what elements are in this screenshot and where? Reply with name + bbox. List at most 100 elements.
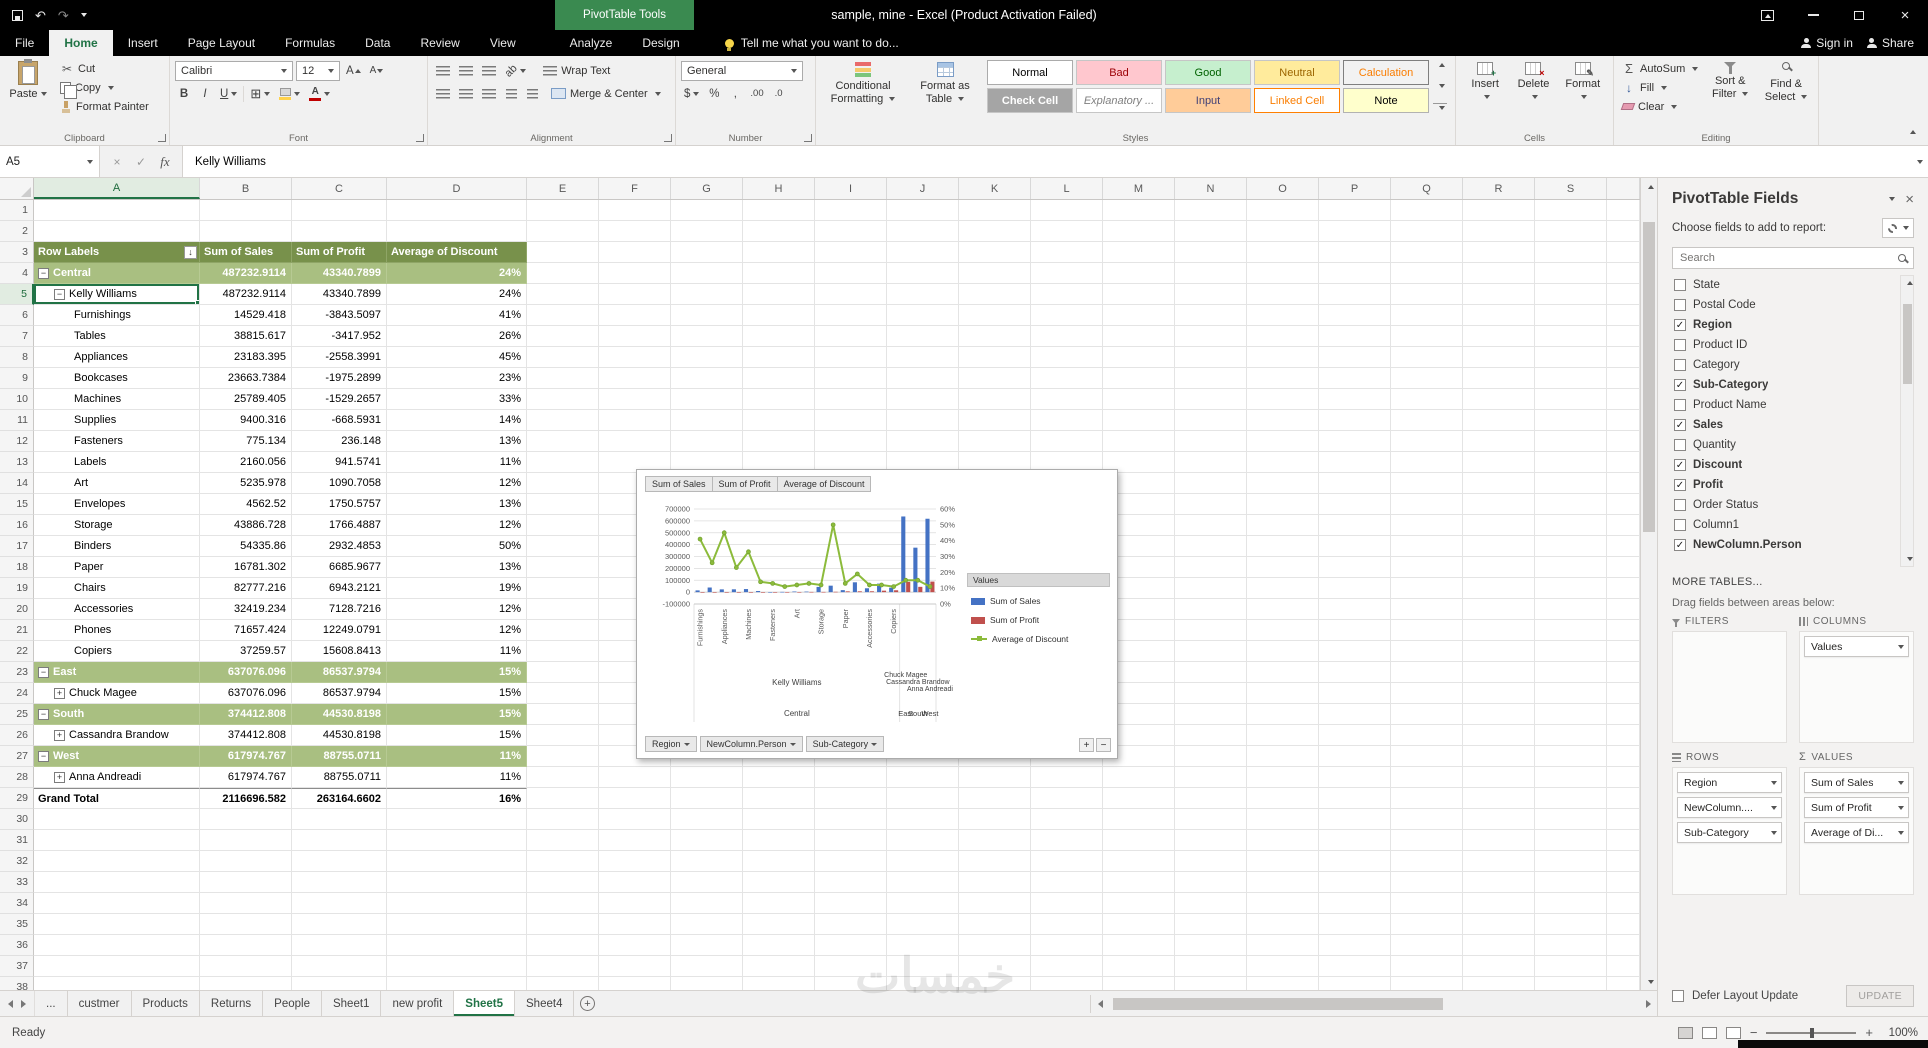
grid-cell[interactable]: 1750.5757 xyxy=(292,494,387,515)
grid-cell[interactable] xyxy=(599,830,671,851)
grid-cell[interactable] xyxy=(671,368,743,389)
field-item-postal-code[interactable]: Postal Code xyxy=(1672,295,1896,315)
grid-cell[interactable] xyxy=(1175,431,1247,452)
increase-indent-button[interactable] xyxy=(523,84,541,103)
grid-cell[interactable] xyxy=(1535,473,1607,494)
grid-cell[interactable] xyxy=(527,368,599,389)
grid-cell[interactable] xyxy=(1103,893,1175,914)
grid-cell[interactable] xyxy=(1607,557,1640,578)
grid-cell[interactable] xyxy=(1031,788,1103,809)
grid-cell[interactable] xyxy=(527,452,599,473)
grid-cell[interactable] xyxy=(1463,389,1535,410)
grid-cell[interactable] xyxy=(1175,599,1247,620)
grid-cell[interactable] xyxy=(1391,830,1463,851)
tab-view[interactable]: View xyxy=(475,30,531,56)
grid-cell[interactable] xyxy=(1535,263,1607,284)
field-checkbox[interactable]: ✓ xyxy=(1674,419,1686,431)
grid-cell[interactable] xyxy=(1319,263,1391,284)
grid-cell[interactable] xyxy=(887,851,959,872)
grid-cell[interactable] xyxy=(815,305,887,326)
grid-cell[interactable] xyxy=(671,956,743,977)
grid-cell[interactable] xyxy=(1031,956,1103,977)
grid-cell[interactable] xyxy=(34,914,200,935)
number-dialog-launcher-icon[interactable] xyxy=(804,134,812,142)
scroll-left-icon[interactable] xyxy=(1091,995,1109,1013)
grid-cell[interactable] xyxy=(527,851,599,872)
grid-cell[interactable] xyxy=(815,830,887,851)
increase-font-size-button[interactable]: A xyxy=(343,61,364,80)
format-cells-button[interactable]: ✎ Format xyxy=(1559,59,1607,103)
grid-cell[interactable] xyxy=(887,389,959,410)
grid-cell[interactable] xyxy=(1463,956,1535,977)
grid-cell[interactable] xyxy=(599,872,671,893)
bottom-align-button[interactable] xyxy=(479,61,499,80)
grid-cell[interactable] xyxy=(1463,641,1535,662)
grid-cell[interactable] xyxy=(527,914,599,935)
name-box[interactable]: A5 xyxy=(0,146,100,177)
grid-cell[interactable]: 24% xyxy=(387,263,527,284)
grid-cell[interactable] xyxy=(1103,389,1175,410)
grid-cell[interactable] xyxy=(1463,305,1535,326)
grid-cell[interactable] xyxy=(959,431,1031,452)
grid-cell[interactable] xyxy=(1319,368,1391,389)
grid-cell[interactable] xyxy=(1535,599,1607,620)
grid-cell[interactable] xyxy=(1175,494,1247,515)
grid-cell[interactable] xyxy=(1391,200,1463,221)
field-item-sales[interactable]: ✓ Sales xyxy=(1672,415,1896,435)
grid-cell[interactable] xyxy=(1319,683,1391,704)
grid-cell[interactable] xyxy=(1319,830,1391,851)
grid-cell[interactable] xyxy=(959,914,1031,935)
row-header-3[interactable]: 3 xyxy=(0,242,34,263)
grid-cell[interactable] xyxy=(1535,242,1607,263)
field-chip-sum-of-sales[interactable]: Sum of Sales xyxy=(1804,772,1909,793)
grid-cell[interactable] xyxy=(1103,872,1175,893)
grid-cell[interactable] xyxy=(1175,893,1247,914)
grid-cell[interactable] xyxy=(1175,410,1247,431)
grid-cell[interactable] xyxy=(1535,935,1607,956)
grid-cell[interactable] xyxy=(1031,809,1103,830)
grid-cell[interactable] xyxy=(1535,368,1607,389)
grid-cell[interactable] xyxy=(1463,725,1535,746)
grid-cell[interactable] xyxy=(599,914,671,935)
grid-cell[interactable] xyxy=(1391,662,1463,683)
insert-cells-button[interactable]: + Insert xyxy=(1462,59,1508,103)
grid-cell[interactable] xyxy=(1463,368,1535,389)
grid-cell[interactable]: 86537.9794 xyxy=(292,662,387,683)
grid-cell[interactable] xyxy=(1319,515,1391,536)
field-item-state[interactable]: State xyxy=(1672,275,1896,295)
grid-cell[interactable] xyxy=(1319,410,1391,431)
grid-cell[interactable] xyxy=(671,830,743,851)
grid-cell[interactable] xyxy=(959,389,1031,410)
grid-cell[interactable] xyxy=(387,977,527,990)
grid-cell[interactable] xyxy=(1535,578,1607,599)
grid-cell[interactable]: 32419.234 xyxy=(200,599,292,620)
grid-cell[interactable] xyxy=(1031,347,1103,368)
grid-cell[interactable] xyxy=(599,326,671,347)
zoom-out-icon[interactable]: − xyxy=(1750,1026,1758,1039)
field-checkbox[interactable] xyxy=(1674,399,1686,411)
grid-cell[interactable] xyxy=(1607,620,1640,641)
grid-cell[interactable] xyxy=(1031,389,1103,410)
grid-cell[interactable]: Average of Discount xyxy=(387,242,527,263)
grid-cell[interactable] xyxy=(1031,914,1103,935)
grid-cell[interactable]: − South xyxy=(34,704,200,725)
grid-cell[interactable] xyxy=(599,788,671,809)
collapse-icon[interactable]: − xyxy=(38,750,49,762)
grid-cell[interactable] xyxy=(743,431,815,452)
grid-cell[interactable] xyxy=(599,200,671,221)
grid-cell[interactable] xyxy=(1319,851,1391,872)
grid-cell[interactable] xyxy=(1391,746,1463,767)
fill-handle[interactable] xyxy=(195,300,199,304)
field-chip-average-of-di-[interactable]: Average of Di... xyxy=(1804,822,1909,843)
grid-cell[interactable] xyxy=(527,683,599,704)
number-format-combo[interactable]: General xyxy=(681,60,803,81)
grid-cell[interactable] xyxy=(527,536,599,557)
grid-cell[interactable] xyxy=(1463,410,1535,431)
tab-review[interactable]: Review xyxy=(405,30,474,56)
grid-cell[interactable]: 23183.395 xyxy=(200,347,292,368)
columns-drop-zone[interactable]: Values xyxy=(1799,631,1914,743)
bold-button[interactable]: B xyxy=(175,84,193,103)
grid-cell[interactable] xyxy=(1247,305,1319,326)
grid-cell[interactable] xyxy=(743,935,815,956)
underline-button[interactable]: U xyxy=(217,84,240,103)
